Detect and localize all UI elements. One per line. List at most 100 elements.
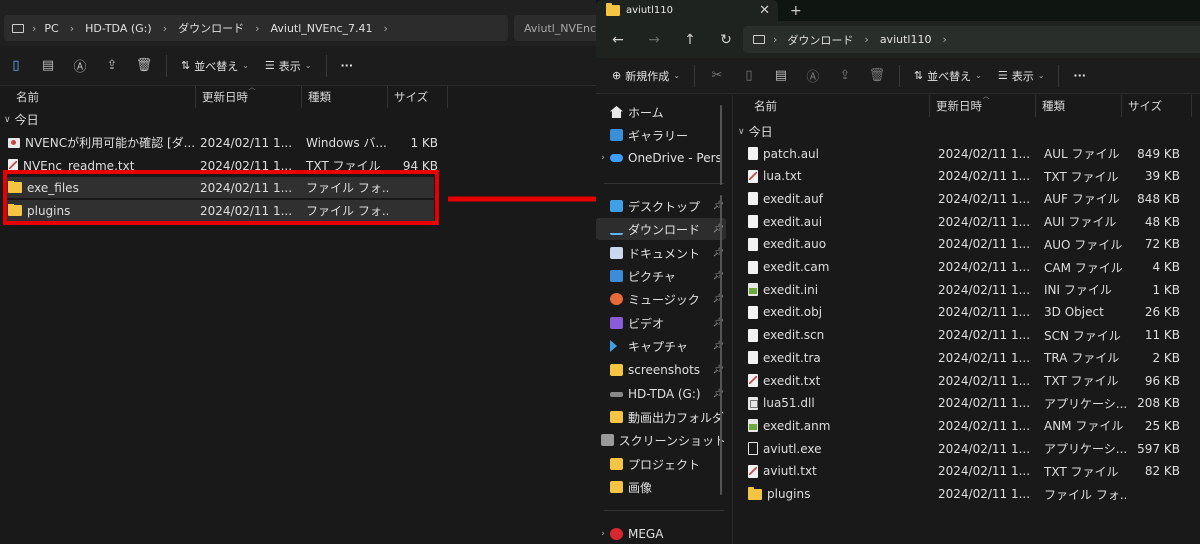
file-row[interactable]: exedit.ini 2024/02/11 1... INI ファイル 1 KB <box>744 279 1190 300</box>
file-row[interactable]: exedit.scn 2024/02/11 1... SCN ファイル 11 KB <box>744 325 1190 346</box>
file-row[interactable]: aviutl.exe 2024/02/11 1... アプリケーシ... 597 KB <box>744 438 1190 459</box>
right-address-field[interactable]: › ダウンロード › aviutl110 › <box>743 26 1200 53</box>
nav-item-music[interactable]: ミュージック 📌︎ <box>596 288 726 310</box>
more-options-button[interactable]: ··· <box>1065 63 1094 89</box>
nav-item-videos[interactable]: ビデオ 📌︎ <box>596 312 726 334</box>
file-row[interactable]: aviutl.txt 2024/02/11 1... TXT ファイル 82 KB <box>744 461 1190 482</box>
file-size: 96 KB <box>1144 373 1180 388</box>
column-date[interactable]: ︿ 更新日時 <box>930 92 1036 117</box>
cut-icon[interactable]: ✂ <box>701 63 733 89</box>
nav-item-project[interactable]: プロジェクト <box>596 453 726 475</box>
new-button[interactable]: ⊕ 新規作成 ⌄ <box>604 63 688 89</box>
copy-icon[interactable]: ▯ <box>733 63 765 89</box>
column-name[interactable]: 名前 <box>10 86 196 108</box>
file-row[interactable]: exedit.obj 2024/02/11 1... 3D Object 26 KB <box>744 302 1190 323</box>
breadcrumb-item[interactable]: ダウンロード <box>787 32 853 48</box>
trash-icon[interactable]: 🗑︎ <box>861 63 893 89</box>
nav-item-capture[interactable]: キャプチャ 📌︎ <box>596 335 726 357</box>
breadcrumb-item[interactable]: PC <box>44 22 58 35</box>
share-icon[interactable]: ⇪ <box>96 53 128 79</box>
copy-icon[interactable]: ▯ <box>0 53 32 79</box>
column-type[interactable]: 種類 <box>302 86 388 108</box>
chevron-right-icon[interactable]: › <box>596 153 610 163</box>
paste-icon[interactable]: ▤ <box>765 63 797 89</box>
file-row[interactable]: exedit.anm 2024/02/11 1... ANM ファイル 25 KB <box>744 415 1190 436</box>
document-icon <box>610 247 623 259</box>
file-size: 11 KB <box>1144 328 1180 343</box>
paste-icon[interactable]: ▤ <box>32 53 64 79</box>
file-row[interactable]: plugins 2024/02/11 1... ファイル フォ... <box>744 484 1190 505</box>
view-button[interactable]: ☰ 表示 ⌄ <box>990 63 1053 89</box>
nav-scrollbar[interactable] <box>720 105 722 185</box>
file-row[interactable]: exedit.auo 2024/02/11 1... AUO ファイル 72 KB <box>744 234 1190 255</box>
view-button[interactable]: ☰ 表示 ⌄ <box>257 53 320 79</box>
file-size: 82 KB <box>1144 464 1180 479</box>
nav-item-desktop[interactable]: デスクトップ 📌︎ <box>596 195 726 217</box>
breadcrumb-item[interactable]: aviutl110 <box>880 33 932 46</box>
group-header-today[interactable]: ∨ 今日 <box>4 111 39 128</box>
breadcrumb-item[interactable]: ダウンロード <box>178 20 244 36</box>
screenshot-icon <box>600 434 614 446</box>
column-size[interactable]: サイズ <box>1122 95 1192 117</box>
file-icon <box>748 328 758 342</box>
nav-item-gallery[interactable]: ギャラリー <box>596 124 726 146</box>
close-icon[interactable]: ✕ <box>759 3 770 18</box>
file-size: 25 KB <box>1144 418 1180 433</box>
nav-item-video-output[interactable]: 動画出力フォルダ <box>596 406 726 428</box>
file-row[interactable]: patch.aul 2024/02/11 1... AUL ファイル 849 KB <box>744 143 1190 164</box>
file-row[interactable]: exedit.txt 2024/02/11 1... TXT ファイル 96 KB <box>744 370 1190 391</box>
group-label: 今日 <box>748 125 773 139</box>
more-options-button[interactable]: ··· <box>333 53 362 79</box>
cloud-icon <box>610 154 623 162</box>
up-arrow-icon[interactable]: ↑ <box>672 25 708 55</box>
tab-aviutl110[interactable]: aviutl110 ✕ <box>596 0 778 21</box>
breadcrumb-item[interactable]: HD-TDA (G:) <box>85 22 152 35</box>
nav-item-drive[interactable]: HD-TDA (G:) 📌︎ <box>596 383 726 405</box>
sort-button[interactable]: ⇅ 並べ替え ⌄ <box>906 63 990 89</box>
nav-item-pictures[interactable]: ピクチャ 📌︎ <box>596 265 726 287</box>
file-size: 2 KB <box>1152 350 1180 365</box>
home-icon <box>610 106 623 118</box>
column-type[interactable]: 種類 <box>1036 95 1122 117</box>
file-row[interactable]: exedit.auf 2024/02/11 1... AUF ファイル 848 KB <box>744 188 1190 209</box>
group-header-today[interactable]: ∨ 今日 <box>738 123 773 140</box>
nav-item-onedrive[interactable]: › OneDrive - Pers <box>596 147 726 169</box>
rename-icon[interactable]: Ⓐ <box>797 63 829 89</box>
trash-icon[interactable]: 🗑︎ <box>128 53 160 79</box>
nav-item-screenshots[interactable]: screenshots 📌︎ <box>596 359 726 381</box>
sort-button[interactable]: ⇅ 並べ替え ⌄ <box>173 53 257 79</box>
back-arrow-icon[interactable]: ← <box>600 25 636 55</box>
chevron-right-icon: › <box>942 33 947 46</box>
new-tab-button[interactable]: + <box>790 0 802 21</box>
rename-icon[interactable]: Ⓐ <box>64 53 96 79</box>
file-row[interactable]: NVENCが利用可能か確認 [ダ... 2024/02/11 1... Wind… <box>4 132 444 153</box>
nav-item-screenshot-folder[interactable]: スクリーンショット <box>596 429 726 451</box>
left-search-field[interactable]: Aviutl_NVEnc_7.41 <box>514 15 596 41</box>
column-date[interactable]: ︿ 更新日時 <box>196 83 302 108</box>
nav-item-downloads[interactable]: ダウンロード 📌︎ <box>596 218 726 240</box>
toolbar-divider <box>166 54 167 77</box>
nav-item-mega[interactable]: › MEGA <box>596 523 726 544</box>
pin-icon: 📌︎ <box>712 224 724 234</box>
file-name: aviutl.exe <box>763 441 822 456</box>
nav-scrollbar[interactable] <box>720 195 722 495</box>
left-address-field[interactable]: › PC › HD-TDA (G:) › ダウンロード › Aviutl_NVE… <box>4 15 508 41</box>
nav-item-home[interactable]: ホーム <box>596 101 726 123</box>
share-icon[interactable]: ⇪ <box>829 63 861 89</box>
column-size[interactable]: サイズ <box>388 86 448 108</box>
file-type: CAM ファイル <box>1044 260 1123 275</box>
forward-arrow-icon[interactable]: → <box>636 25 672 55</box>
column-name[interactable]: 名前 <box>748 95 930 117</box>
file-row[interactable]: lua.txt 2024/02/11 1... TXT ファイル 39 KB <box>744 166 1190 187</box>
nav-label: ドキュメント <box>628 246 701 261</box>
sort-caret-icon: ︿ <box>982 92 990 100</box>
chevron-right-icon[interactable]: › <box>596 529 610 539</box>
file-row[interactable]: exedit.aui 2024/02/11 1... AUI ファイル 48 KB <box>744 211 1190 232</box>
breadcrumb-item[interactable]: Aviutl_NVEnc_7.41 <box>271 22 373 35</box>
file-row[interactable]: exedit.cam 2024/02/11 1... CAM ファイル 4 KB <box>744 257 1190 278</box>
nav-item-documents[interactable]: ドキュメント 📌︎ <box>596 242 726 264</box>
nav-item-images[interactable]: 画像 <box>596 476 726 498</box>
file-row[interactable]: lua51.dll 2024/02/11 1... アプリケーシ... 208 KB <box>744 393 1190 414</box>
refresh-icon[interactable]: ↻ <box>708 25 744 55</box>
file-row[interactable]: exedit.tra 2024/02/11 1... TRA ファイル 2 KB <box>744 347 1190 368</box>
